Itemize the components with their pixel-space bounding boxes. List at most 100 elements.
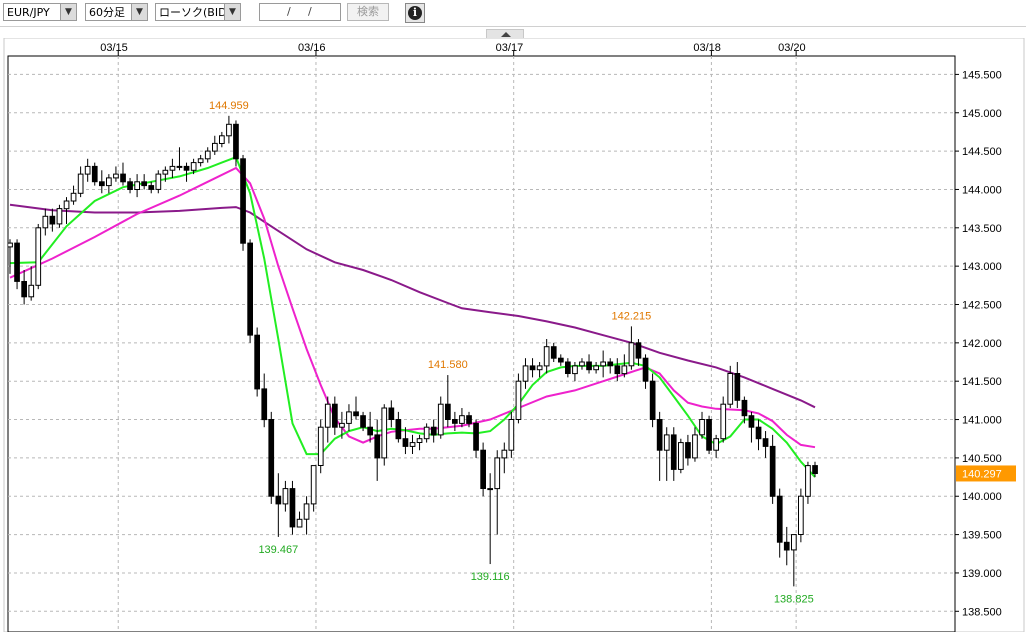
candle-down <box>127 181 133 191</box>
candle-up <box>204 150 211 160</box>
candle-up <box>35 227 42 286</box>
candle-up <box>494 457 501 490</box>
y-tick-label: 143.000 <box>962 261 1002 273</box>
candle-up <box>197 158 204 164</box>
candle-up <box>572 365 578 375</box>
candle-down <box>395 419 402 440</box>
y-tick-label: 142.000 <box>962 338 1002 350</box>
x-tick-label: 03/20 <box>778 42 806 54</box>
timeframe-select[interactable]: 60分足 ▼ <box>85 3 148 21</box>
candle-up <box>459 415 465 424</box>
candle-down <box>480 449 486 490</box>
candle-down <box>120 173 126 183</box>
timeframe-value: 60分足 <box>89 6 125 19</box>
chevron-down-icon[interactable]: ▼ <box>131 4 147 20</box>
candle-down <box>529 365 536 371</box>
candle-down <box>374 434 381 459</box>
candle-up <box>522 365 529 382</box>
candle-up <box>699 419 705 436</box>
high-label: 141.580 <box>428 359 468 371</box>
x-tick-label: 03/17 <box>496 42 524 54</box>
candle-up <box>63 200 70 210</box>
y-tick-label: 145.500 <box>962 69 1002 81</box>
candle-down <box>275 495 282 505</box>
chevron-down-icon[interactable]: ▼ <box>60 4 76 20</box>
candle-up <box>543 346 550 367</box>
candle-up <box>324 403 331 428</box>
candle-up <box>437 403 444 436</box>
candle-up <box>106 177 112 187</box>
candle-down <box>783 541 790 551</box>
candle-up <box>219 135 225 145</box>
y-tick-label: 142.500 <box>962 300 1002 312</box>
candle-down <box>247 242 254 336</box>
candle-down <box>748 415 755 428</box>
candle-up <box>536 365 543 371</box>
y-tick-label: 140.500 <box>962 453 1002 465</box>
plot-area <box>7 55 956 632</box>
candle-up <box>409 442 416 447</box>
candle-down <box>402 438 409 447</box>
candle-up <box>56 208 63 225</box>
candle-down <box>452 419 458 424</box>
date-separator: / <box>287 5 291 18</box>
candle-down <box>21 281 27 298</box>
y-tick-label: 141.000 <box>962 415 1002 427</box>
candle-down <box>586 361 592 371</box>
x-tick-label: 03/18 <box>693 42 721 54</box>
candle-up <box>621 365 628 375</box>
candle-down <box>183 165 190 171</box>
candle-down <box>635 342 642 359</box>
y-tick-label: 143.500 <box>962 223 1002 235</box>
x-tick-label: 03/15 <box>100 42 128 54</box>
info-icon: i <box>408 6 422 20</box>
candle-up <box>791 534 797 551</box>
candle-down <box>353 411 359 417</box>
candle-down <box>141 181 148 187</box>
candle-up <box>134 181 141 191</box>
search-button[interactable]: 検索 <box>347 3 389 21</box>
chart-type-select[interactable]: ローソク(BID) ▼ <box>155 3 241 21</box>
candle-down <box>233 123 239 160</box>
candle-down <box>148 185 155 190</box>
high-label: 144.959 <box>209 100 249 112</box>
symbol-select[interactable]: EUR/JPY ▼ <box>3 3 77 21</box>
candle-up <box>84 165 91 175</box>
candlestick-chart: 145.500 145.000 144.500 144.000 143.500 143.0… <box>3 38 1025 632</box>
candle-down <box>445 403 451 421</box>
y-tick-label: 139.500 <box>962 530 1002 542</box>
candle-down <box>466 415 472 424</box>
candle-down <box>473 422 479 451</box>
candle-down <box>360 415 366 428</box>
low-label: 139.116 <box>471 571 510 583</box>
candle-up <box>416 438 423 444</box>
candle-up <box>487 488 493 491</box>
candle-up <box>28 284 35 298</box>
chevron-down-icon[interactable]: ▼ <box>224 4 240 20</box>
candle-down <box>332 403 338 428</box>
y-tick-label: 140.000 <box>962 491 1002 503</box>
candle-down <box>762 438 769 447</box>
candle-up <box>508 419 515 451</box>
candle-up <box>678 442 684 470</box>
candle-down <box>607 361 614 367</box>
candle-up <box>579 361 585 367</box>
candle-down <box>734 373 741 401</box>
chevron-up-icon <box>501 32 511 37</box>
info-button[interactable]: i <box>405 3 425 23</box>
toolbar: EUR/JPY ▼ 60分足 ▼ ローソク(BID) ▼ / / 検索 i <box>0 0 1026 27</box>
candle-up <box>423 426 430 440</box>
candle-down <box>388 407 395 420</box>
candle-up <box>212 142 218 152</box>
candle-down <box>642 357 649 382</box>
candle-down <box>812 465 818 475</box>
candle-down <box>14 242 20 282</box>
candle-down <box>755 426 762 440</box>
candle-down <box>268 419 275 497</box>
candle-down <box>565 361 571 374</box>
candle-up <box>515 380 522 421</box>
candle-down <box>769 445 776 497</box>
current-price-label: 140.297 <box>962 468 1002 480</box>
candle-down <box>649 380 656 421</box>
date-input[interactable]: / / <box>259 3 341 21</box>
